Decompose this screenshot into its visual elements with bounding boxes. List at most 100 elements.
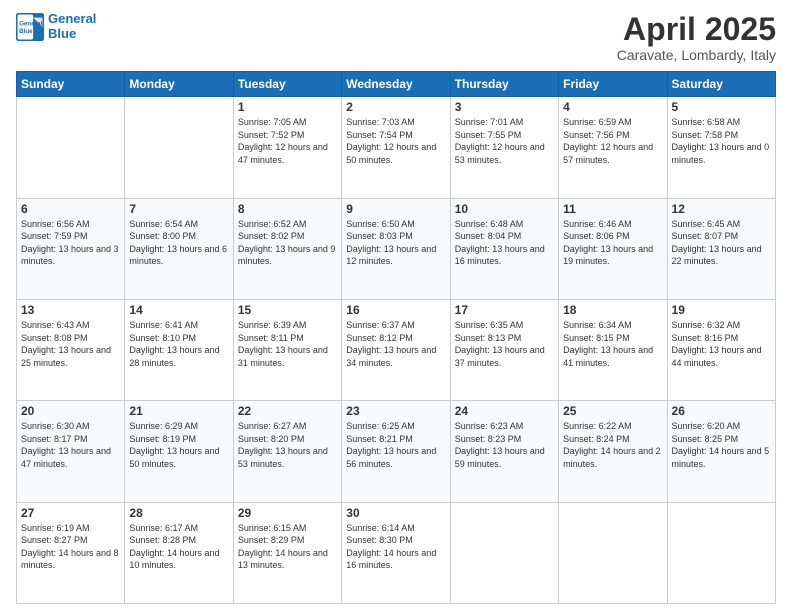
calendar-cell: 19 Sunrise: 6:32 AM Sunset: 8:16 PM Dayli…	[667, 299, 775, 400]
day-number: 23	[346, 404, 445, 418]
calendar-cell: 14 Sunrise: 6:41 AM Sunset: 8:10 PM Dayli…	[125, 299, 233, 400]
day-number: 29	[238, 506, 337, 520]
weekday-saturday: Saturday	[667, 72, 775, 97]
cell-info: Sunrise: 6:41 AM Sunset: 8:10 PM Dayligh…	[129, 319, 228, 369]
calendar-cell: 4 Sunrise: 6:59 AM Sunset: 7:56 PM Daylig…	[559, 97, 667, 198]
cell-info: Sunrise: 6:20 AM Sunset: 8:25 PM Dayligh…	[672, 420, 771, 470]
cell-info: Sunrise: 7:05 AM Sunset: 7:52 PM Dayligh…	[238, 116, 337, 166]
day-number: 18	[563, 303, 662, 317]
cell-info: Sunrise: 6:46 AM Sunset: 8:06 PM Dayligh…	[563, 218, 662, 268]
cell-info: Sunrise: 6:50 AM Sunset: 8:03 PM Dayligh…	[346, 218, 445, 268]
cell-info: Sunrise: 6:22 AM Sunset: 8:24 PM Dayligh…	[563, 420, 662, 470]
weekday-monday: Monday	[125, 72, 233, 97]
location: Caravate, Lombardy, Italy	[617, 47, 776, 63]
calendar-cell: 18Sunrise: 6:34 AM Sunset: 8:15 PM Dayli…	[559, 299, 667, 400]
day-number: 12	[672, 202, 771, 216]
cell-info: Sunrise: 6:25 AM Sunset: 8:21 PM Dayligh…	[346, 420, 445, 470]
calendar-cell: 8 Sunrise: 6:52 AM Sunset: 8:02 PM Daylig…	[233, 198, 341, 299]
cell-info: Sunrise: 6:54 AM Sunset: 8:00 PM Dayligh…	[129, 218, 228, 268]
page: General Blue General Blue April 2025 Car…	[0, 0, 792, 612]
calendar-cell: 11Sunrise: 6:46 AM Sunset: 8:06 PM Dayli…	[559, 198, 667, 299]
cell-info: Sunrise: 6:43 AM Sunset: 8:08 PM Dayligh…	[21, 319, 120, 369]
day-number: 24	[455, 404, 554, 418]
logo: General Blue General Blue	[16, 12, 96, 42]
day-number: 17	[455, 303, 554, 317]
cell-info: Sunrise: 6:27 AM Sunset: 8:20 PM Dayligh…	[238, 420, 337, 470]
day-number: 16	[346, 303, 445, 317]
cell-info: Sunrise: 6:59 AM Sunset: 7:56 PM Dayligh…	[563, 116, 662, 166]
weekday-wednesday: Wednesday	[342, 72, 450, 97]
day-number: 2	[346, 100, 445, 114]
calendar-cell: 1Sunrise: 7:05 AM Sunset: 7:52 PM Daylig…	[233, 97, 341, 198]
day-number: 28	[129, 506, 228, 520]
week-row-1: 6 Sunrise: 6:56 AM Sunset: 7:59 PM Daylig…	[17, 198, 776, 299]
cell-info: Sunrise: 6:56 AM Sunset: 7:59 PM Dayligh…	[21, 218, 120, 268]
calendar-cell: 20Sunrise: 6:30 AM Sunset: 8:17 PM Dayli…	[17, 401, 125, 502]
svg-text:Blue: Blue	[19, 28, 33, 35]
day-number: 6	[21, 202, 120, 216]
day-number: 30	[346, 506, 445, 520]
day-number: 8	[238, 202, 337, 216]
cell-info: Sunrise: 6:39 AM Sunset: 8:11 PM Dayligh…	[238, 319, 337, 369]
calendar-cell: 29 Sunrise: 6:15 AM Sunset: 8:29 PM Dayli…	[233, 502, 341, 603]
cell-info: Sunrise: 6:35 AM Sunset: 8:13 PM Dayligh…	[455, 319, 554, 369]
calendar-header: SundayMondayTuesdayWednesdayThursdayFrid…	[17, 72, 776, 97]
calendar-cell: 27 Sunrise: 6:19 AM Sunset: 8:27 PM Dayli…	[17, 502, 125, 603]
title-area: April 2025 Caravate, Lombardy, Italy	[617, 12, 776, 63]
calendar-cell: 24Sunrise: 6:23 AM Sunset: 8:23 PM Dayli…	[450, 401, 558, 502]
weekday-tuesday: Tuesday	[233, 72, 341, 97]
calendar-cell	[450, 502, 558, 603]
cell-info: Sunrise: 7:03 AM Sunset: 7:54 PM Dayligh…	[346, 116, 445, 166]
cell-info: Sunrise: 6:19 AM Sunset: 8:27 PM Dayligh…	[21, 522, 120, 572]
cell-info: Sunrise: 6:48 AM Sunset: 8:04 PM Dayligh…	[455, 218, 554, 268]
calendar-cell: 7 Sunrise: 6:54 AM Sunset: 8:00 PM Daylig…	[125, 198, 233, 299]
week-row-2: 13 Sunrise: 6:43 AM Sunset: 8:08 PM Dayli…	[17, 299, 776, 400]
cell-info: Sunrise: 6:14 AM Sunset: 8:30 PM Dayligh…	[346, 522, 445, 572]
logo-icon: General Blue	[16, 13, 44, 41]
day-number: 22	[238, 404, 337, 418]
cell-info: Sunrise: 6:37 AM Sunset: 8:12 PM Dayligh…	[346, 319, 445, 369]
cell-info: Sunrise: 6:29 AM Sunset: 8:19 PM Dayligh…	[129, 420, 228, 470]
day-number: 9	[346, 202, 445, 216]
day-number: 15	[238, 303, 337, 317]
day-number: 26	[672, 404, 771, 418]
calendar-cell: 2 Sunrise: 7:03 AM Sunset: 7:54 PM Daylig…	[342, 97, 450, 198]
calendar-cell: 22 Sunrise: 6:27 AM Sunset: 8:20 PM Dayli…	[233, 401, 341, 502]
calendar-cell: 6 Sunrise: 6:56 AM Sunset: 7:59 PM Daylig…	[17, 198, 125, 299]
cell-info: Sunrise: 6:58 AM Sunset: 7:58 PM Dayligh…	[672, 116, 771, 166]
calendar-cell	[559, 502, 667, 603]
day-number: 3	[455, 100, 554, 114]
svg-text:General: General	[19, 20, 42, 27]
cell-info: Sunrise: 6:52 AM Sunset: 8:02 PM Dayligh…	[238, 218, 337, 268]
calendar-cell: 17 Sunrise: 6:35 AM Sunset: 8:13 PM Dayli…	[450, 299, 558, 400]
day-number: 19	[672, 303, 771, 317]
calendar-body: 1Sunrise: 7:05 AM Sunset: 7:52 PM Daylig…	[17, 97, 776, 604]
calendar-cell: 3 Sunrise: 7:01 AM Sunset: 7:55 PM Daylig…	[450, 97, 558, 198]
day-number: 4	[563, 100, 662, 114]
week-row-0: 1Sunrise: 7:05 AM Sunset: 7:52 PM Daylig…	[17, 97, 776, 198]
cell-info: Sunrise: 6:45 AM Sunset: 8:07 PM Dayligh…	[672, 218, 771, 268]
week-row-3: 20Sunrise: 6:30 AM Sunset: 8:17 PM Dayli…	[17, 401, 776, 502]
header: General Blue General Blue April 2025 Car…	[16, 12, 776, 63]
week-row-4: 27 Sunrise: 6:19 AM Sunset: 8:27 PM Dayli…	[17, 502, 776, 603]
calendar-cell: 12 Sunrise: 6:45 AM Sunset: 8:07 PM Dayli…	[667, 198, 775, 299]
day-number: 13	[21, 303, 120, 317]
calendar-table: SundayMondayTuesdayWednesdayThursdayFrid…	[16, 71, 776, 604]
cell-info: Sunrise: 7:01 AM Sunset: 7:55 PM Dayligh…	[455, 116, 554, 166]
day-number: 5	[672, 100, 771, 114]
day-number: 21	[129, 404, 228, 418]
calendar-cell: 16 Sunrise: 6:37 AM Sunset: 8:12 PM Dayli…	[342, 299, 450, 400]
day-number: 14	[129, 303, 228, 317]
cell-info: Sunrise: 6:15 AM Sunset: 8:29 PM Dayligh…	[238, 522, 337, 572]
weekday-row: SundayMondayTuesdayWednesdayThursdayFrid…	[17, 72, 776, 97]
calendar-cell: 9 Sunrise: 6:50 AM Sunset: 8:03 PM Daylig…	[342, 198, 450, 299]
month-title: April 2025	[617, 12, 776, 47]
day-number: 20	[21, 404, 120, 418]
calendar-cell: 30 Sunrise: 6:14 AM Sunset: 8:30 PM Dayli…	[342, 502, 450, 603]
calendar-cell	[667, 502, 775, 603]
day-number: 27	[21, 506, 120, 520]
calendar-cell: 21 Sunrise: 6:29 AM Sunset: 8:19 PM Dayli…	[125, 401, 233, 502]
cell-info: Sunrise: 6:32 AM Sunset: 8:16 PM Dayligh…	[672, 319, 771, 369]
day-number: 7	[129, 202, 228, 216]
calendar-cell: 25Sunrise: 6:22 AM Sunset: 8:24 PM Dayli…	[559, 401, 667, 502]
